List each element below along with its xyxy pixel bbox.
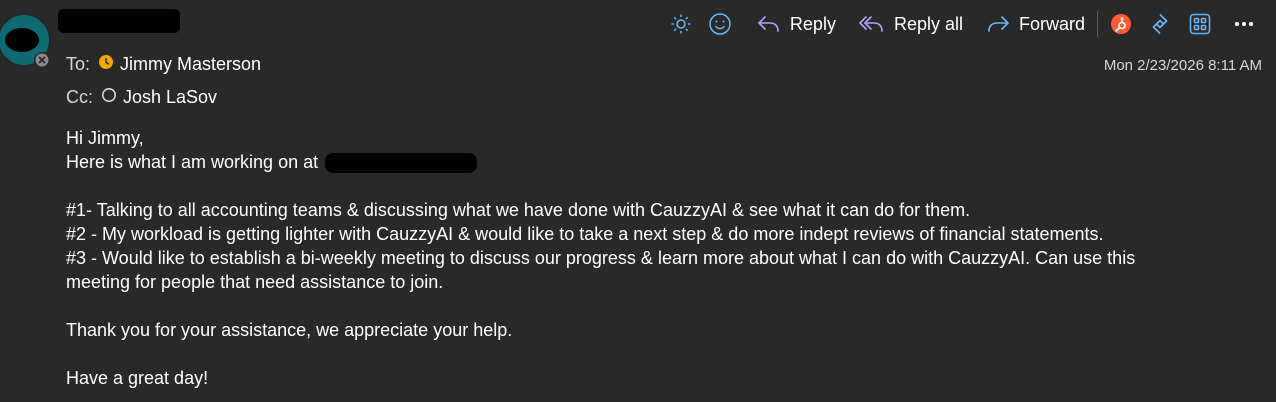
emoji-reaction-button[interactable] [700, 8, 740, 40]
reply-all-button[interactable]: Reply all [850, 8, 971, 40]
to-recipient[interactable]: Jimmy Masterson [120, 54, 261, 75]
reply-label: Reply [789, 13, 836, 34]
redacted-sender-name [58, 9, 180, 33]
item-1: #1- Talking to all accounting teams & di… [66, 200, 971, 220]
item-3-line-2: meeting for people that need assistance … [66, 272, 444, 292]
email-reading-pane: Reply Reply all Forward To: Jimmy Master… [0, 0, 1276, 402]
sun-icon [670, 13, 692, 35]
sender-avatar[interactable] [0, 10, 52, 68]
smiley-icon [708, 12, 732, 36]
intro-line: Here is what I am working on at [66, 150, 1256, 174]
cc-recipient[interactable]: Josh LaSov [123, 87, 217, 108]
item-2: #2 - My workload is getting lighter with… [66, 224, 1104, 244]
greeting-line: Hi Jimmy, [66, 128, 144, 148]
item-3-line-1: #3 - Would like to establish a bi-weekly… [66, 248, 1136, 268]
forward-label: Forward [1018, 13, 1085, 34]
brightness-button[interactable] [662, 8, 700, 40]
apps-icon [1188, 12, 1212, 36]
away-status-icon [98, 54, 114, 75]
to-label: To: [66, 54, 91, 74]
sent-date: Mon 2/23/2026 8:11 AM [1103, 57, 1262, 74]
message-body: Hi Jimmy, Here is what I am working on a… [66, 126, 1256, 390]
reply-arrow-icon [756, 13, 782, 35]
loop-button[interactable] [1140, 8, 1180, 40]
more-icon [1234, 21, 1254, 27]
intro-text: Here is what I am working on at [66, 152, 319, 172]
message-toolbar: Reply Reply all Forward [662, 8, 1262, 40]
cc-label: Cc: [66, 87, 93, 107]
forward-arrow-icon [985, 13, 1011, 35]
redacted-company-name [325, 153, 478, 174]
hubspot-addin-button[interactable] [1102, 8, 1140, 40]
toolbar-separator [1097, 11, 1098, 37]
loop-icon [1148, 12, 1172, 36]
reply-all-arrow-icon [858, 13, 886, 35]
forward-button[interactable]: Forward [977, 8, 1093, 40]
apps-button[interactable] [1180, 8, 1220, 40]
reply-button[interactable]: Reply [748, 8, 844, 40]
closing-line: Have a great day! [66, 368, 209, 388]
more-actions-button[interactable] [1226, 8, 1262, 40]
to-row: To: Jimmy Masterson [66, 54, 261, 75]
hubspot-icon [1110, 13, 1132, 35]
thanks-line: Thank you for your assistance, we apprec… [66, 320, 513, 340]
offline-status-icon [101, 87, 117, 108]
reply-all-label: Reply all [893, 13, 963, 34]
cc-row: Cc: Josh LaSov [66, 87, 217, 108]
